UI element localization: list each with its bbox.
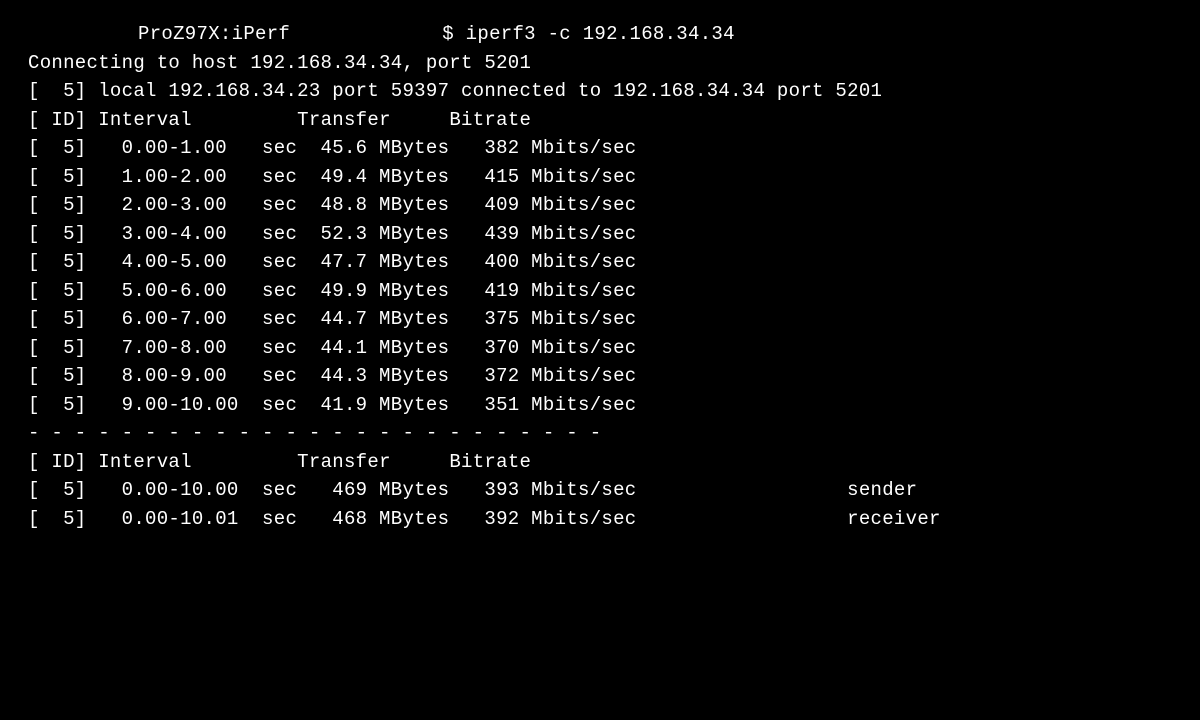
prompt-symbol: $ (442, 23, 454, 45)
hostname: ProZ97X (138, 23, 220, 45)
summary-header-transfer: Transfer (297, 451, 391, 473)
interval-row: [ 5] 3.00-4.00 sec 52.3 MBytes 439 Mbits… (28, 220, 1172, 249)
interval-row: [ 5] 0.00-1.00 sec 45.6 MBytes 382 Mbits… (28, 134, 1172, 163)
command-text: iperf3 -c 192.168.34.34 (466, 23, 735, 45)
header-interval: Interval (98, 109, 192, 131)
summary-row: [ 5] 0.00-10.00 sec 469 MBytes 393 Mbits… (28, 476, 1172, 505)
separator: - - - - - - - - - - - - - - - - - - - - … (28, 419, 1172, 448)
interval-row: [ 5] 1.00-2.00 sec 49.4 MBytes 415 Mbits… (28, 163, 1172, 192)
interval-row: [ 5] 5.00-6.00 sec 49.9 MBytes 419 Mbits… (28, 277, 1172, 306)
summary-header-id: [ ID] (28, 451, 87, 473)
connecting-line: Connecting to host 192.168.34.34, port 5… (28, 49, 1172, 78)
header-id: [ ID] (28, 109, 87, 131)
header-bitrate: Bitrate (449, 109, 531, 131)
interval-row: [ 5] 7.00-8.00 sec 44.1 MBytes 370 Mbits… (28, 334, 1172, 363)
summary-header-interval: Interval (98, 451, 192, 473)
summary-header-bitrate: Bitrate (449, 451, 531, 473)
header-transfer: Transfer (297, 109, 391, 131)
prompt-line[interactable]: ProZ97X:iPerf $ iperf3 -c 192.168.34.34 (28, 20, 1172, 49)
interval-row: [ 5] 8.00-9.00 sec 44.3 MBytes 372 Mbits… (28, 362, 1172, 391)
interval-row: [ 5] 2.00-3.00 sec 48.8 MBytes 409 Mbits… (28, 191, 1172, 220)
directory: iPerf (232, 23, 291, 45)
interval-row: [ 5] 4.00-5.00 sec 47.7 MBytes 400 Mbits… (28, 248, 1172, 277)
connection-details: [ 5] local 192.168.34.23 port 59397 conn… (28, 77, 1172, 106)
interval-row: [ 5] 9.00-10.00 sec 41.9 MBytes 351 Mbit… (28, 391, 1172, 420)
interval-header: [ ID] Interval Transfer Bitrate (28, 106, 1172, 135)
interval-row: [ 5] 6.00-7.00 sec 44.7 MBytes 375 Mbits… (28, 305, 1172, 334)
summary-header: [ ID] Interval Transfer Bitrate (28, 448, 1172, 477)
summary-row: [ 5] 0.00-10.01 sec 468 MBytes 392 Mbits… (28, 505, 1172, 534)
